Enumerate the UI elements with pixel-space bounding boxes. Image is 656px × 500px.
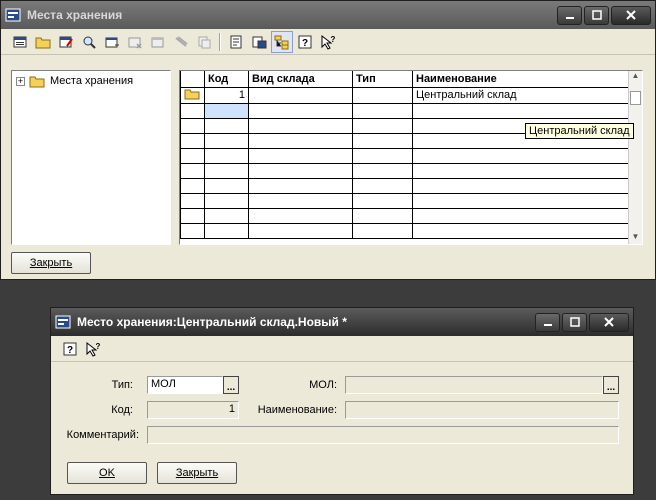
svg-text:?: ? xyxy=(96,342,101,351)
column-header-icon[interactable] xyxy=(180,71,205,88)
print-icon[interactable] xyxy=(248,31,270,53)
minimize-icon xyxy=(543,324,552,326)
edit-icon[interactable] xyxy=(55,31,77,53)
mark-icon[interactable] xyxy=(147,31,169,53)
svg-text:?: ? xyxy=(302,38,308,49)
maximize-button[interactable] xyxy=(584,5,609,25)
comment-field[interactable] xyxy=(147,426,619,444)
help-icon[interactable]: ? xyxy=(294,31,316,53)
cell-warehouse-type[interactable] xyxy=(248,87,353,104)
main-title: Места хранения xyxy=(27,8,123,22)
main-toolbar: ? ? xyxy=(1,29,655,55)
dialog-window: Место хранения:Центральний склад.Новый *… xyxy=(50,307,634,495)
column-header-type[interactable]: Тип xyxy=(352,71,413,88)
dialog-titlebar[interactable]: Место хранения:Центральний склад.Новый * xyxy=(51,308,633,336)
grid-scrollbar[interactable]: ▲ ▼ xyxy=(628,71,642,244)
dialog-toolbar: ? ? xyxy=(51,336,633,362)
ok-button[interactable]: OK xyxy=(67,462,147,484)
tree-expander-icon[interactable]: + xyxy=(16,76,25,86)
properties-icon[interactable] xyxy=(225,31,247,53)
dialog-title: Место хранения:Центральний склад.Новый * xyxy=(77,315,347,329)
table-row[interactable] xyxy=(180,103,629,119)
close-icon xyxy=(604,317,614,327)
code-field[interactable]: 1 xyxy=(147,401,239,419)
main-window: Места хранения ? ? + Места хранения Код … xyxy=(0,0,656,280)
close-icon xyxy=(626,10,636,20)
dialog-app-icon xyxy=(55,314,71,330)
table-row[interactable] xyxy=(180,148,629,164)
cell-name[interactable]: Центральний склад xyxy=(412,87,629,104)
type-label: Тип: xyxy=(111,379,133,391)
copy-row-icon[interactable] xyxy=(101,31,123,53)
app-icon xyxy=(5,7,21,23)
context-help-icon[interactable]: ? xyxy=(82,338,104,360)
main-close-button[interactable]: Закрыть xyxy=(11,252,91,274)
tree-icon[interactable] xyxy=(271,30,293,53)
delete-icon[interactable] xyxy=(124,31,146,53)
dialog-close-window-button[interactable] xyxy=(589,312,629,332)
row-folder-icon xyxy=(180,87,205,104)
column-header-code[interactable]: Код xyxy=(204,71,249,88)
move-icon[interactable] xyxy=(193,31,215,53)
minimize-icon xyxy=(565,17,574,19)
table-row[interactable] xyxy=(180,193,629,209)
tree-panel[interactable]: + Места хранения xyxy=(11,70,171,245)
maximize-icon xyxy=(569,317,580,327)
close-window-button[interactable] xyxy=(611,5,651,25)
folder-icon xyxy=(29,74,45,88)
comment-label: Комментарий: xyxy=(66,429,139,441)
unmark-icon[interactable] xyxy=(170,31,192,53)
context-help-icon[interactable]: ? xyxy=(317,31,339,53)
minimize-button[interactable] xyxy=(557,5,582,25)
table-row[interactable] xyxy=(180,163,629,179)
type-field[interactable]: МОЛ xyxy=(147,376,223,394)
mol-label: МОЛ: xyxy=(309,379,337,391)
svg-text:?: ? xyxy=(331,35,336,44)
help-icon[interactable]: ? xyxy=(59,338,81,360)
table-row[interactable]: 1 Центральний склад xyxy=(180,87,629,104)
new-folder-icon[interactable] xyxy=(32,31,54,53)
maximize-icon xyxy=(591,10,602,20)
data-grid: Код Вид склада Тип Наименование 1 Центра… xyxy=(180,71,629,239)
tree-root-label[interactable]: Места хранения xyxy=(48,75,136,87)
tooltip: Центральний склад xyxy=(525,123,634,139)
cell-code[interactable]: 1 xyxy=(204,87,249,104)
table-row[interactable] xyxy=(180,178,629,194)
scroll-up-icon[interactable]: ▲ xyxy=(629,71,642,83)
column-header-warehouse-type[interactable]: Вид склада xyxy=(248,71,353,88)
grid-body: 1 Центральний склад xyxy=(180,87,629,239)
find-icon[interactable] xyxy=(78,31,100,53)
table-row[interactable] xyxy=(180,208,629,224)
dialog-maximize-button[interactable] xyxy=(562,312,587,332)
scroll-thumb[interactable] xyxy=(630,91,641,105)
type-select-button[interactable]: ... xyxy=(223,376,239,394)
new-icon[interactable] xyxy=(9,31,31,53)
svg-text:?: ? xyxy=(67,345,73,356)
name-field[interactable] xyxy=(345,401,619,419)
table-row[interactable] xyxy=(180,223,629,239)
dialog-close-button[interactable]: Закрыть xyxy=(157,462,237,484)
dialog-minimize-button[interactable] xyxy=(535,312,560,332)
main-titlebar[interactable]: Места хранения xyxy=(1,1,655,29)
cell-type[interactable] xyxy=(352,87,413,104)
code-label: Код: xyxy=(111,404,133,416)
mol-select-button[interactable]: ... xyxy=(603,376,619,394)
name-label: Наименование: xyxy=(257,404,337,416)
grid-panel[interactable]: Код Вид склада Тип Наименование 1 Центра… xyxy=(179,70,643,245)
mol-field[interactable] xyxy=(345,376,603,394)
scroll-down-icon[interactable]: ▼ xyxy=(629,232,642,244)
grid-header-row: Код Вид склада Тип Наименование xyxy=(180,71,629,88)
column-header-name[interactable]: Наименование xyxy=(412,71,629,88)
toolbar-separator xyxy=(219,32,221,51)
